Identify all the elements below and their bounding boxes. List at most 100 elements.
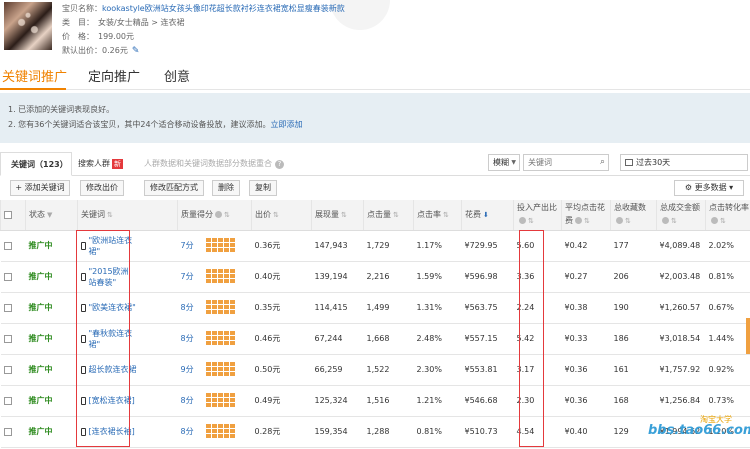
- row-quality-score[interactable]: 8分: [181, 303, 194, 312]
- more-data-button[interactable]: ⚙ 更多数据 ▾: [674, 180, 744, 196]
- row-quality-score[interactable]: 9分: [181, 365, 194, 374]
- match-type-select[interactable]: 模糊 ▼: [488, 154, 520, 171]
- crowd-data-hint: 人群数据和关键词数据部分数据重合?: [144, 152, 284, 176]
- col-bid-label: 出价: [255, 209, 271, 219]
- copy-button[interactable]: 复制: [249, 180, 277, 196]
- row-quality-score[interactable]: 7分: [181, 241, 194, 250]
- row-bid[interactable]: 0.40元: [255, 272, 281, 281]
- notice-line-1: 1. 已添加的关键词表现良好。: [8, 105, 115, 114]
- row-cvr: 0.92%: [708, 365, 734, 374]
- col-cost[interactable]: 花费 ⬇: [461, 200, 514, 231]
- row-impressions: 66,259: [314, 365, 343, 374]
- row-quality-score[interactable]: 7分: [181, 272, 194, 281]
- row-favorites: 168: [613, 396, 629, 405]
- col-cvr[interactable]: 点击转化率 ⇅: [705, 200, 750, 231]
- row-impressions: 125,324: [314, 396, 348, 405]
- quality-bar-segment: [205, 367, 236, 371]
- date-range-select[interactable]: 过去30天: [620, 154, 748, 171]
- product-name-link[interactable]: kookastyle欧洲站女孩头像印花超长款衬衫连衣裙宽松显瘦春装新款: [102, 4, 345, 13]
- checkbox-cell: [0, 416, 26, 448]
- col-gmv[interactable]: 总成交金额 ⇅: [656, 200, 706, 231]
- product-thumbnail[interactable]: [4, 2, 52, 50]
- row-status[interactable]: 推广中: [29, 303, 53, 312]
- col-favorites[interactable]: 总收藏数 ⇅: [610, 200, 657, 231]
- help-icon: [519, 217, 526, 225]
- quality-bar-segment: [205, 398, 236, 402]
- row-status[interactable]: 推广中: [29, 427, 53, 436]
- col-roi[interactable]: 投入产出比 ⇅: [513, 200, 562, 231]
- quality-bars: [205, 269, 236, 284]
- clicks-cell: 1,522: [363, 354, 414, 386]
- quality-bar-segment: [205, 362, 236, 366]
- cvr-cell: 0.81%: [705, 261, 750, 293]
- col-status[interactable]: 状态 ▼: [25, 200, 78, 231]
- col-clicks[interactable]: 点击量 ⇅: [363, 200, 414, 231]
- row-checkbox[interactable]: [3, 427, 12, 436]
- col-avg-cpc[interactable]: 平均点击花费 ⇅: [561, 200, 611, 231]
- row-ctr: 1.31%: [416, 303, 442, 312]
- row-bid[interactable]: 0.35元: [255, 303, 281, 312]
- row-status[interactable]: 推广中: [29, 241, 53, 250]
- tab-targeted-promotion[interactable]: 定向推广: [88, 66, 140, 85]
- row-ctr: 1.17%: [416, 241, 442, 250]
- bid-cell: 0.50元: [251, 354, 312, 386]
- search-icon[interactable]: ⌕: [600, 157, 605, 167]
- row-checkbox[interactable]: [3, 272, 12, 281]
- row-quality-score[interactable]: 8分: [181, 427, 194, 436]
- row-checkbox[interactable]: [3, 303, 12, 312]
- quality-cell: 8分: [177, 416, 252, 448]
- row-checkbox[interactable]: [3, 396, 12, 405]
- row-status[interactable]: 推广中: [29, 334, 53, 343]
- edit-pencil-icon[interactable]: ✎: [132, 46, 140, 56]
- row-bid[interactable]: 0.49元: [255, 396, 281, 405]
- ctr-cell: 1.31%: [413, 292, 462, 324]
- row-bid[interactable]: 0.28元: [255, 427, 281, 436]
- row-ctr: 1.21%: [416, 396, 442, 405]
- delete-button[interactable]: 删除: [212, 180, 240, 196]
- select-all-checkbox[interactable]: [4, 210, 12, 219]
- row-avg-cpc: ¥0.40: [564, 427, 588, 436]
- scroll-indicator[interactable]: [746, 318, 750, 354]
- col-keyword[interactable]: 关键词 ⇅: [77, 200, 178, 231]
- product-price-label: 价 格：: [62, 32, 94, 41]
- row-status[interactable]: 推广中: [29, 272, 53, 281]
- col-quality[interactable]: 质量得分 ⇅: [177, 200, 252, 231]
- row-quality-score[interactable]: 8分: [181, 396, 194, 405]
- select-all-cell: [0, 200, 26, 231]
- col-impressions[interactable]: 展现量 ⇅: [311, 200, 364, 231]
- cvr-cell: 0.92%: [705, 354, 750, 386]
- checkbox-cell: [0, 323, 26, 355]
- row-quality-score[interactable]: 8分: [181, 334, 194, 343]
- modify-match-button[interactable]: 修改匹配方式: [144, 180, 204, 196]
- col-ctr[interactable]: 点击率 ⇅: [413, 200, 462, 231]
- tab-search-crowd[interactable]: 搜索人群新: [78, 152, 123, 176]
- watermark-site: bbs.tao66.com: [648, 423, 750, 438]
- row-cost: ¥563.75: [464, 303, 498, 312]
- tab-creative[interactable]: 创意: [164, 66, 190, 85]
- bid-cell: 0.35元: [251, 292, 312, 324]
- product-info: 宝贝名称：kookastyle欧洲站女孩头像印花超长款衬衫连衣裙宽松显瘦春装新款…: [0, 0, 750, 62]
- col-bid[interactable]: 出价 ⇅: [251, 200, 312, 231]
- row-checkbox[interactable]: [3, 365, 12, 374]
- quality-bar-segment: [205, 393, 236, 397]
- quality-bar-segment: [205, 424, 236, 428]
- keyword-search-input[interactable]: [524, 155, 594, 170]
- row-status[interactable]: 推广中: [29, 396, 53, 405]
- keyword-search[interactable]: ⌕: [523, 154, 609, 171]
- row-bid[interactable]: 0.36元: [255, 241, 281, 250]
- row-bid[interactable]: 0.46元: [255, 334, 281, 343]
- row-checkbox[interactable]: [3, 241, 12, 250]
- row-bid[interactable]: 0.50元: [255, 365, 281, 374]
- row-status[interactable]: 推广中: [29, 365, 53, 374]
- modify-bid-button[interactable]: 修改出价: [80, 180, 124, 196]
- add-keyword-button[interactable]: + 添加关键词: [10, 180, 70, 196]
- tab-keywords[interactable]: 关键词（123）: [0, 152, 72, 176]
- product-name-row: 宝贝名称：kookastyle欧洲站女孩头像印花超长款衬衫连衣裙宽松显瘦春装新款: [62, 3, 345, 14]
- help-icon[interactable]: ?: [275, 160, 284, 169]
- favorites-cell: 190: [610, 292, 657, 324]
- tab-keyword-promotion[interactable]: 关键词推广: [2, 66, 67, 85]
- add-now-link[interactable]: 立即添加: [271, 120, 303, 129]
- bid-cell: 0.49元: [251, 385, 312, 417]
- row-cost: ¥553.81: [464, 365, 498, 374]
- row-checkbox[interactable]: [3, 334, 12, 343]
